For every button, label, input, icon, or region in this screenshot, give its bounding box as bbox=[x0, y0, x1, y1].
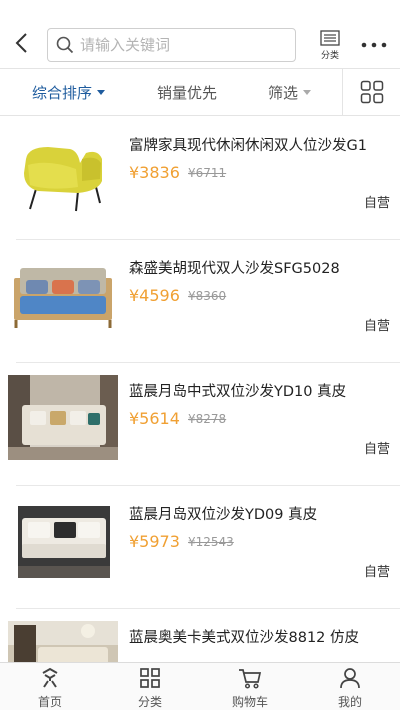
product-price: ¥5973 bbox=[129, 532, 180, 551]
top-bar: 分类 bbox=[0, 0, 400, 68]
product-image bbox=[8, 375, 118, 460]
product-price: ¥4596 bbox=[129, 286, 180, 305]
sort-default-tab[interactable]: 综合排序 bbox=[32, 69, 106, 115]
nav-home-label: 首页 bbox=[37, 695, 62, 709]
product-title: 蓝晨月岛双位沙发YD09 真皮 bbox=[129, 507, 318, 523]
nav-home[interactable]: 首页 bbox=[0, 663, 100, 710]
nav-category[interactable]: 分类 bbox=[100, 663, 200, 710]
product-title: 森盛美胡现代双人沙发SFG5028 bbox=[129, 261, 340, 277]
filter-tab[interactable]: 筛选 bbox=[268, 69, 312, 115]
sort-sales-tab[interactable]: 销量优先 bbox=[157, 69, 217, 115]
caret-down-icon bbox=[303, 89, 312, 95]
category-grid-icon bbox=[138, 666, 162, 689]
view-mode-toggle[interactable] bbox=[342, 69, 400, 115]
product-original-price: ¥6711 bbox=[188, 166, 227, 180]
more-dots-icon bbox=[361, 42, 387, 48]
product-original-price: ¥8278 bbox=[188, 412, 227, 426]
chevron-left-icon bbox=[15, 33, 27, 53]
product-title: 蓝晨奥美卡美式双位沙发8812 仿皮 bbox=[129, 630, 360, 646]
product-item[interactable]: 森盛美胡现代双人沙发SFG5028 ¥4596 ¥8360 自营 bbox=[0, 240, 400, 363]
sort-default-label: 综合排序 bbox=[32, 83, 93, 102]
sort-sales-label: 销量优先 bbox=[157, 83, 218, 102]
product-image bbox=[8, 621, 118, 662]
filter-label: 筛选 bbox=[268, 83, 299, 102]
product-price: ¥3836 bbox=[129, 163, 180, 182]
nav-cart[interactable]: 购物车 bbox=[200, 663, 300, 710]
grid-view-icon bbox=[360, 80, 383, 104]
product-title: 富牌家具现代休闲休闲双人位沙发G1 bbox=[129, 138, 367, 154]
user-icon bbox=[338, 666, 362, 689]
self-operated-tag: 自营 bbox=[363, 565, 390, 580]
search-icon bbox=[50, 29, 80, 61]
more-button[interactable] bbox=[356, 34, 392, 56]
product-image bbox=[8, 498, 118, 583]
list-icon bbox=[320, 30, 340, 46]
product-price: ¥5614 bbox=[129, 409, 180, 428]
product-original-price: ¥12543 bbox=[188, 535, 234, 549]
nav-cart-label: 购物车 bbox=[231, 695, 268, 709]
search-input[interactable] bbox=[80, 30, 280, 60]
product-item[interactable]: 蓝晨奥美卡美式双位沙发8812 仿皮 bbox=[0, 609, 400, 662]
nav-profile[interactable]: 我的 bbox=[300, 663, 400, 710]
bottom-nav: 首页 分类 购物车 我的 bbox=[0, 662, 400, 710]
self-operated-tag: 自营 bbox=[363, 442, 390, 457]
cart-icon bbox=[238, 666, 262, 689]
product-item[interactable]: 蓝晨月岛中式双位沙发YD10 真皮 ¥5614 ¥8278 自营 bbox=[0, 363, 400, 486]
home-icon bbox=[38, 666, 62, 689]
product-image bbox=[8, 129, 118, 214]
caret-down-icon bbox=[97, 89, 106, 95]
sort-bar: 综合排序 销量优先 筛选 bbox=[0, 68, 400, 116]
self-operated-tag: 自营 bbox=[363, 319, 390, 334]
nav-profile-label: 我的 bbox=[337, 695, 362, 709]
search-box[interactable] bbox=[47, 28, 296, 62]
product-list: 富牌家具现代休闲休闲双人位沙发G1 ¥3836 ¥6711 自营 森盛美胡现代双… bbox=[0, 117, 400, 662]
category-button[interactable]: 分类 bbox=[312, 30, 348, 64]
product-item[interactable]: 富牌家具现代休闲休闲双人位沙发G1 ¥3836 ¥6711 自营 bbox=[0, 117, 400, 240]
product-original-price: ¥8360 bbox=[188, 289, 227, 303]
product-item[interactable]: 蓝晨月岛双位沙发YD09 真皮 ¥5973 ¥12543 自营 bbox=[0, 486, 400, 609]
nav-category-label: 分类 bbox=[137, 695, 162, 709]
back-button[interactable] bbox=[8, 28, 34, 58]
category-button-label: 分类 bbox=[320, 51, 339, 61]
product-title: 蓝晨月岛中式双位沙发YD10 真皮 bbox=[129, 384, 347, 400]
product-image bbox=[8, 252, 118, 337]
self-operated-tag: 自营 bbox=[363, 196, 390, 211]
